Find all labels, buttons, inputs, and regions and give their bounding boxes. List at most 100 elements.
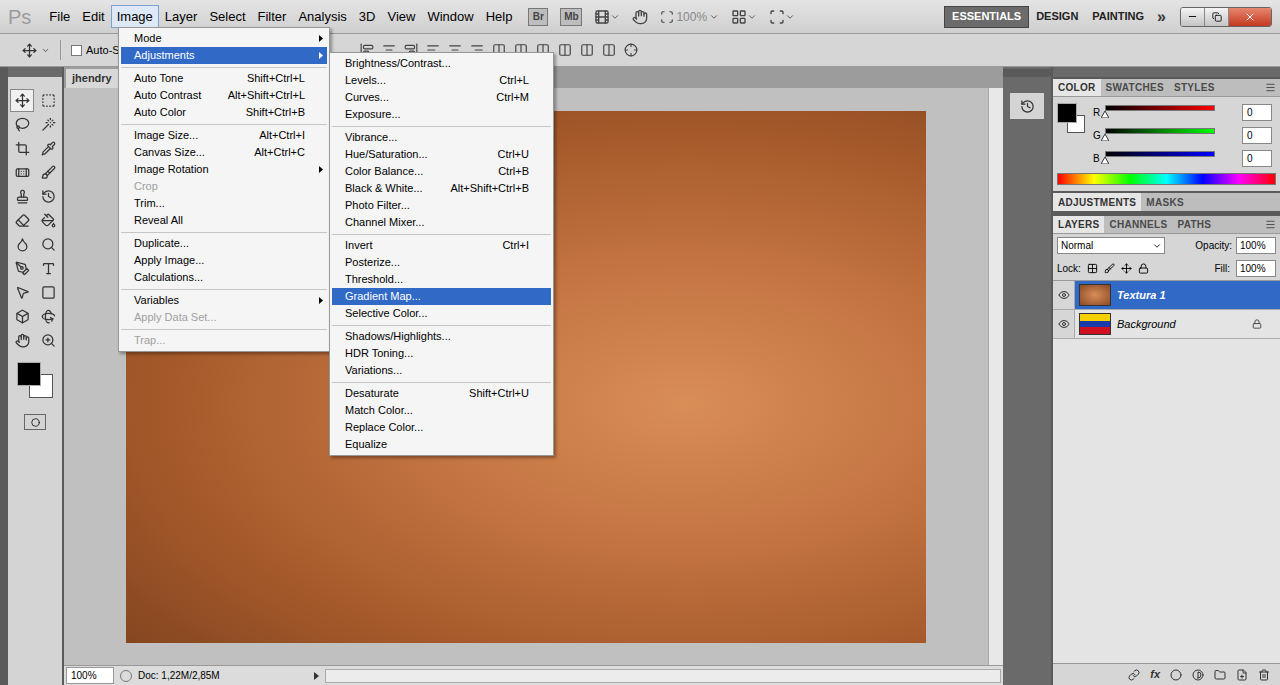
tool-button[interactable] bbox=[36, 185, 60, 208]
menu-item[interactable]: Variations... bbox=[332, 362, 551, 379]
tool-button[interactable] bbox=[36, 257, 60, 280]
menu-item[interactable]: Replace Color... bbox=[332, 419, 551, 436]
tool-button[interactable] bbox=[10, 257, 34, 280]
auto-select-checkbox[interactable] bbox=[71, 45, 82, 56]
menu-item[interactable]: Match Color... bbox=[332, 402, 551, 419]
menu-item[interactable]: Gradient Map... bbox=[332, 288, 551, 305]
lock-transparency-icon[interactable] bbox=[1087, 263, 1098, 274]
workspace-button[interactable]: DESIGN bbox=[1029, 6, 1085, 28]
tool-button[interactable] bbox=[36, 233, 60, 256]
menu-item[interactable]: Brightness/Contrast... bbox=[332, 55, 551, 72]
visibility-eye-icon[interactable] bbox=[1058, 289, 1070, 301]
tool-button[interactable] bbox=[10, 161, 34, 184]
align-icon[interactable] bbox=[624, 43, 638, 57]
menu-bar-item[interactable]: Analysis bbox=[292, 5, 352, 29]
fill-field[interactable]: 100% bbox=[1236, 260, 1276, 277]
slider-thumb-icon[interactable] bbox=[1101, 157, 1109, 164]
layer-style-button[interactable]: fx bbox=[1150, 666, 1160, 683]
menu-item[interactable]: Variables bbox=[121, 292, 327, 309]
menu-item[interactable]: Adjustments bbox=[121, 47, 327, 64]
workspace-button[interactable]: ESSENTIALS bbox=[944, 6, 1029, 28]
panel-menu-icon[interactable] bbox=[1265, 219, 1276, 230]
restore-button[interactable] bbox=[1205, 8, 1229, 26]
menu-item[interactable]: Shadows/Highlights... bbox=[332, 328, 551, 345]
menu-item[interactable]: Levels...Ctrl+L bbox=[332, 72, 551, 89]
align-icon[interactable] bbox=[558, 43, 572, 57]
tool-button[interactable] bbox=[36, 161, 60, 184]
panel-tab[interactable]: STYLES bbox=[1169, 79, 1220, 96]
vertical-scrollbar[interactable] bbox=[988, 88, 1003, 665]
lock-all-icon[interactable] bbox=[1138, 263, 1149, 274]
menu-item[interactable]: Photo Filter... bbox=[332, 197, 551, 214]
menu-item[interactable]: Curves...Ctrl+M bbox=[332, 89, 551, 106]
quick-mask-button[interactable] bbox=[24, 414, 46, 430]
menu-item[interactable]: Posterize... bbox=[332, 254, 551, 271]
channel-slider-track[interactable] bbox=[1105, 105, 1215, 111]
tool-button[interactable] bbox=[10, 113, 34, 136]
align-icon[interactable] bbox=[580, 43, 594, 57]
menu-item[interactable]: Equalize bbox=[332, 436, 551, 453]
panel-tab[interactable]: CHANNELS bbox=[1104, 216, 1172, 233]
menu-item[interactable]: Auto ToneShift+Ctrl+L bbox=[121, 70, 327, 87]
status-menu-arrow-icon[interactable] bbox=[314, 672, 319, 680]
blend-mode-select[interactable]: Normal bbox=[1057, 237, 1165, 254]
menu-item[interactable]: Exposure... bbox=[332, 106, 551, 123]
adjustment-layer-icon[interactable] bbox=[1192, 669, 1204, 681]
channel-value[interactable]: 0 bbox=[1242, 150, 1272, 167]
channel-value[interactable]: 0 bbox=[1242, 127, 1272, 144]
menu-item[interactable]: Apply Data Set... bbox=[121, 309, 327, 326]
close-button[interactable] bbox=[1229, 8, 1271, 26]
foreground-color-swatch[interactable] bbox=[17, 362, 41, 386]
menu-item[interactable]: Vibrance... bbox=[332, 129, 551, 146]
channel-slider-track[interactable] bbox=[1105, 151, 1215, 157]
status-zoom[interactable]: 100% bbox=[66, 667, 114, 684]
menu-bar-item[interactable]: 3D bbox=[353, 5, 382, 29]
tool-button[interactable] bbox=[10, 329, 34, 352]
tool-button[interactable] bbox=[36, 329, 60, 352]
move-tool-icon[interactable] bbox=[22, 43, 37, 58]
tool-button[interactable] bbox=[36, 209, 60, 232]
layer-name[interactable]: Textura 1 bbox=[1117, 287, 1166, 304]
menu-item[interactable]: Selective Color... bbox=[332, 305, 551, 322]
menu-item[interactable]: Mode bbox=[121, 30, 327, 47]
menu-item[interactable]: Image Rotation bbox=[121, 161, 327, 178]
horizontal-scrollbar[interactable] bbox=[325, 669, 1001, 683]
add-mask-icon[interactable] bbox=[1170, 669, 1182, 681]
menu-item[interactable]: Auto ContrastAlt+Shift+Ctrl+L bbox=[121, 87, 327, 104]
menu-item[interactable]: DesaturateShift+Ctrl+U bbox=[332, 385, 551, 402]
panel-tab[interactable]: PATHS bbox=[1172, 216, 1216, 233]
menu-item[interactable]: Duplicate... bbox=[121, 235, 327, 252]
arrange-icon[interactable] bbox=[731, 9, 747, 25]
menu-item[interactable]: Hue/Saturation...Ctrl+U bbox=[332, 146, 551, 163]
menu-bar-item[interactable]: Window bbox=[421, 5, 479, 29]
tool-button[interactable] bbox=[10, 137, 34, 160]
menu-bar-item[interactable]: Help bbox=[480, 5, 519, 29]
channel-slider-track[interactable] bbox=[1105, 128, 1215, 134]
screen-mode-icon[interactable] bbox=[769, 9, 785, 25]
status-icon[interactable] bbox=[120, 670, 132, 682]
menu-item[interactable]: Calculations... bbox=[121, 269, 327, 286]
menu-item[interactable]: HDR Toning... bbox=[332, 345, 551, 362]
menu-bar-item[interactable]: Image bbox=[111, 5, 159, 29]
menu-item[interactable]: Trap... bbox=[121, 332, 327, 349]
history-panel-icon[interactable] bbox=[1020, 99, 1035, 114]
tool-button[interactable] bbox=[36, 113, 60, 136]
menu-item[interactable]: Black & White...Alt+Shift+Ctrl+B bbox=[332, 180, 551, 197]
slider-thumb-icon[interactable] bbox=[1101, 134, 1109, 141]
panel-tab[interactable]: MASKS bbox=[1141, 193, 1189, 211]
menu-item[interactable]: Crop bbox=[121, 178, 327, 195]
align-icon[interactable] bbox=[602, 43, 616, 57]
workspace-button[interactable]: PAINTING bbox=[1085, 6, 1151, 28]
lock-pixels-icon[interactable] bbox=[1104, 263, 1115, 274]
panel-foreground-swatch[interactable] bbox=[1057, 103, 1077, 123]
menu-item[interactable]: Image Size...Alt+Ctrl+I bbox=[121, 127, 327, 144]
slider-thumb-icon[interactable] bbox=[1101, 111, 1109, 118]
panel-tab[interactable]: COLOR bbox=[1053, 79, 1101, 96]
panel-tab[interactable]: ADJUSTMENTS bbox=[1053, 193, 1141, 211]
menu-item[interactable]: Apply Image... bbox=[121, 252, 327, 269]
mini-bridge-button[interactable]: Mb bbox=[560, 8, 582, 26]
tool-button[interactable] bbox=[10, 185, 34, 208]
zoom-level[interactable]: 100% bbox=[676, 8, 707, 26]
menu-bar-item[interactable]: Edit bbox=[76, 5, 110, 29]
opacity-field[interactable]: 100% bbox=[1236, 237, 1276, 254]
